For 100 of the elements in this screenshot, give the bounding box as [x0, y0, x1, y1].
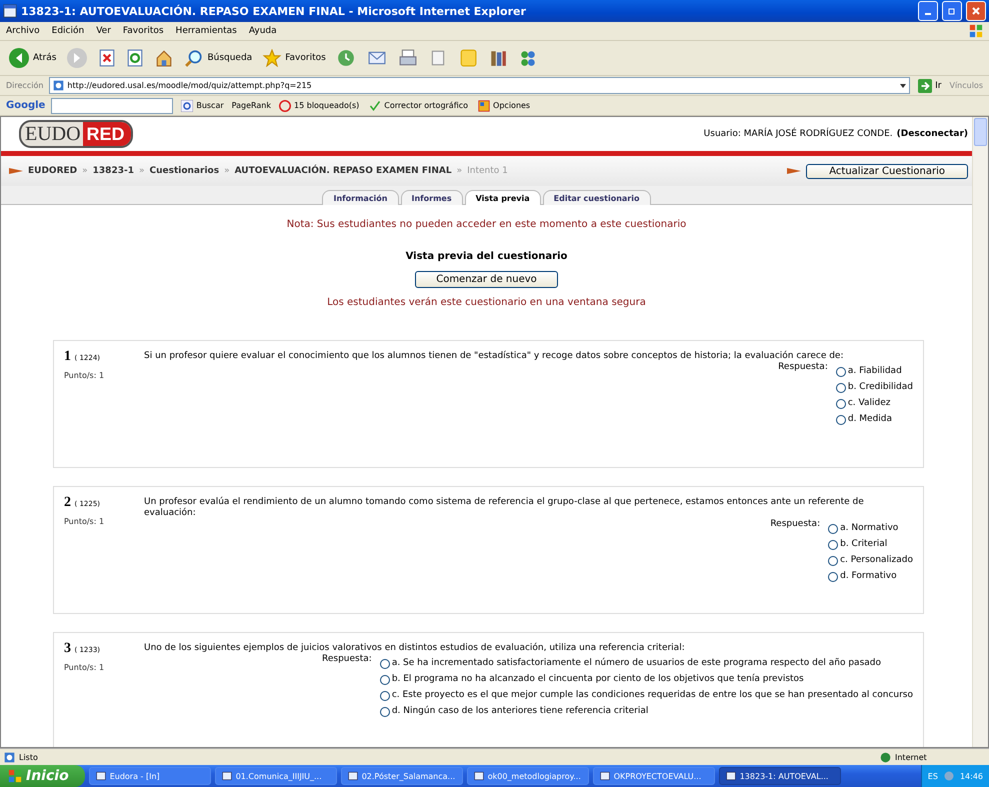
scrollbar[interactable]	[972, 117, 988, 747]
restore-icon	[948, 7, 956, 15]
restore-button[interactable]	[942, 1, 962, 21]
menu-item[interactable]: Edición	[52, 26, 84, 36]
answer-option[interactable]: a. Se ha incrementado satisfactoriamente el número de usuarios de este programa respecto del año pasado	[380, 656, 913, 669]
access-note: Nota: Sus estudiantes no pueden acceder en este momento a este cuestionario	[286, 219, 686, 230]
menu-item[interactable]: Ayuda	[248, 26, 277, 36]
page-icon	[53, 80, 64, 91]
restart-button[interactable]: Comenzar de nuevo	[415, 271, 558, 288]
answer-label: Respuesta:	[322, 654, 372, 666]
tab[interactable]: Información	[322, 190, 398, 205]
breadcrumb-separator: »	[138, 166, 144, 176]
taskbar-item[interactable]: OKPROYECTOEVALU...	[592, 767, 715, 785]
breadcrumb-separator: »	[456, 166, 462, 176]
window-icon	[726, 771, 736, 781]
logout-link[interactable]: (Desconectar)	[896, 129, 968, 139]
taskbar-item[interactable]: 01.Comunica_IIIJIU_...	[214, 767, 337, 785]
menu-item[interactable]: Ver	[96, 26, 111, 36]
window-icon	[96, 771, 106, 781]
radio-button[interactable]	[828, 524, 838, 534]
arrow-icon	[787, 167, 802, 175]
popup-blocker-button[interactable]: 15 bloqueado(s)	[277, 100, 362, 112]
taskbar-item[interactable]: 02.Póster_Salamanca...	[340, 767, 463, 785]
radio-button[interactable]	[836, 383, 846, 393]
answer-option[interactable]: b. El programa no ha alcanzado el cincuenta por ciento de los objetivos que tenía previstos	[380, 672, 913, 685]
answer-option[interactable]: c. Este proyecto es el que mejor cumple las condiciones requeridas de entre los que se han presentado al concurso	[380, 688, 913, 701]
menu-item[interactable]: Archivo	[6, 26, 40, 36]
radio-button[interactable]	[836, 399, 846, 409]
go-button[interactable]: Ir	[916, 78, 944, 92]
site-logo[interactable]: EUDO RED	[19, 120, 133, 148]
tab[interactable]: Informes	[400, 190, 463, 205]
answer-option[interactable]: c. Personalizado	[828, 553, 913, 566]
options-button[interactable]: Opciones	[476, 100, 532, 112]
window-icon	[348, 771, 358, 781]
page-icon	[4, 752, 15, 762]
answer-option[interactable]: a. Normativo	[828, 521, 913, 534]
arrow-icon	[9, 167, 23, 175]
star-icon	[262, 49, 282, 67]
windows-flag-icon	[969, 24, 983, 38]
radio-button[interactable]	[828, 572, 838, 582]
address-field[interactable]: http://eudored.usal.es/moodle/mod/quiz/attempt.php?q=215	[49, 77, 910, 94]
tab[interactable]: Editar cuestionario	[542, 190, 650, 205]
search-icon	[184, 49, 204, 67]
toolbar-button[interactable]: Favoritos	[260, 49, 328, 67]
google-search-field[interactable]	[51, 98, 174, 114]
breadcrumb-link[interactable]: 13823-1	[92, 166, 134, 176]
window-icon	[222, 771, 232, 781]
answer-option[interactable]: d. Formativo	[828, 569, 913, 582]
answer-option[interactable]: d. Ningún caso de los anteriores tiene referencia criterial	[380, 704, 913, 717]
toolbar-button[interactable]: Atrás	[6, 47, 58, 69]
taskbar-item[interactable]: Eudora - [In]	[88, 767, 211, 785]
stop-icon	[98, 49, 116, 67]
answer-option[interactable]: c. Validez	[836, 396, 913, 409]
google-icon	[181, 100, 194, 112]
caret-icon	[900, 82, 906, 88]
window-icon	[600, 771, 610, 781]
breadcrumb-separator: »	[224, 166, 230, 176]
question-text: Uno de los siguientes ejemplos de juicios valorativos en distintos estudios de evaluación, utiliza una referencia criterial:	[144, 643, 686, 654]
windows-flag-icon	[8, 769, 22, 783]
radio-button[interactable]	[380, 675, 390, 685]
status-text: Listo	[19, 752, 38, 762]
answer-option[interactable]: b. Criterial	[828, 537, 913, 550]
menu-item[interactable]: Favoritos	[122, 26, 164, 36]
answer-label: Respuesta:	[778, 362, 828, 374]
secure-window-note: Los estudiantes verán este cuestionario en una ventana segura	[327, 297, 646, 308]
radio-button[interactable]	[836, 367, 846, 377]
answer-option[interactable]: b. Credibilidad	[836, 380, 913, 393]
close-button[interactable]	[966, 1, 986, 21]
radio-button[interactable]	[380, 707, 390, 717]
toolbar-button[interactable]: Búsqueda	[182, 49, 254, 67]
clock-icon	[336, 49, 356, 67]
answer-option[interactable]: a. Fiabilidad	[836, 364, 913, 377]
close-icon	[972, 7, 980, 15]
tray-icon	[942, 770, 955, 782]
radio-button[interactable]	[828, 556, 838, 566]
radio-button[interactable]	[828, 540, 838, 550]
radio-button[interactable]	[380, 691, 390, 701]
options-icon	[478, 100, 490, 112]
clock: 14:46	[960, 772, 983, 780]
breadcrumb-link[interactable]: AUTOEVALUACIÓN. REPASO EXAMEN FINAL	[234, 166, 452, 176]
google-logo[interactable]: Google	[6, 100, 46, 111]
spellcheck-button[interactable]: Corrector ortográfico	[367, 100, 470, 112]
minimize-button[interactable]	[918, 1, 938, 21]
search-button[interactable]: Buscar	[179, 100, 226, 112]
radio-button[interactable]	[380, 659, 390, 669]
taskbar-item[interactable]: ok00_metodlogiaproy...	[466, 767, 589, 785]
preview-heading: Vista previa del cuestionario	[406, 251, 568, 262]
breadcrumb-link[interactable]: Cuestionarios	[149, 166, 220, 176]
answer-option[interactable]: d. Medida	[836, 412, 913, 425]
breadcrumb-link[interactable]: EUDORED	[28, 166, 78, 176]
tab[interactable]: Vista previa	[464, 190, 541, 205]
update-quiz-button[interactable]: Actualizar Cuestionario	[806, 164, 968, 178]
radio-button[interactable]	[836, 415, 846, 425]
question-text: Un profesor evalúa el rendimiento de un alumno tomando como sistema de referencia el grupo-clase al que pertenece, estamos entonces ante un referente de evaluación:	[144, 497, 865, 519]
blocked-icon	[279, 100, 292, 112]
menu-item[interactable]: Herramientas	[176, 26, 237, 36]
browser-icon	[3, 4, 17, 18]
zone-text: Internet	[895, 752, 928, 762]
breadcrumb-separator: »	[82, 166, 88, 176]
taskbar-item[interactable]: 13823-1: AUTOEVAL...	[718, 767, 841, 785]
